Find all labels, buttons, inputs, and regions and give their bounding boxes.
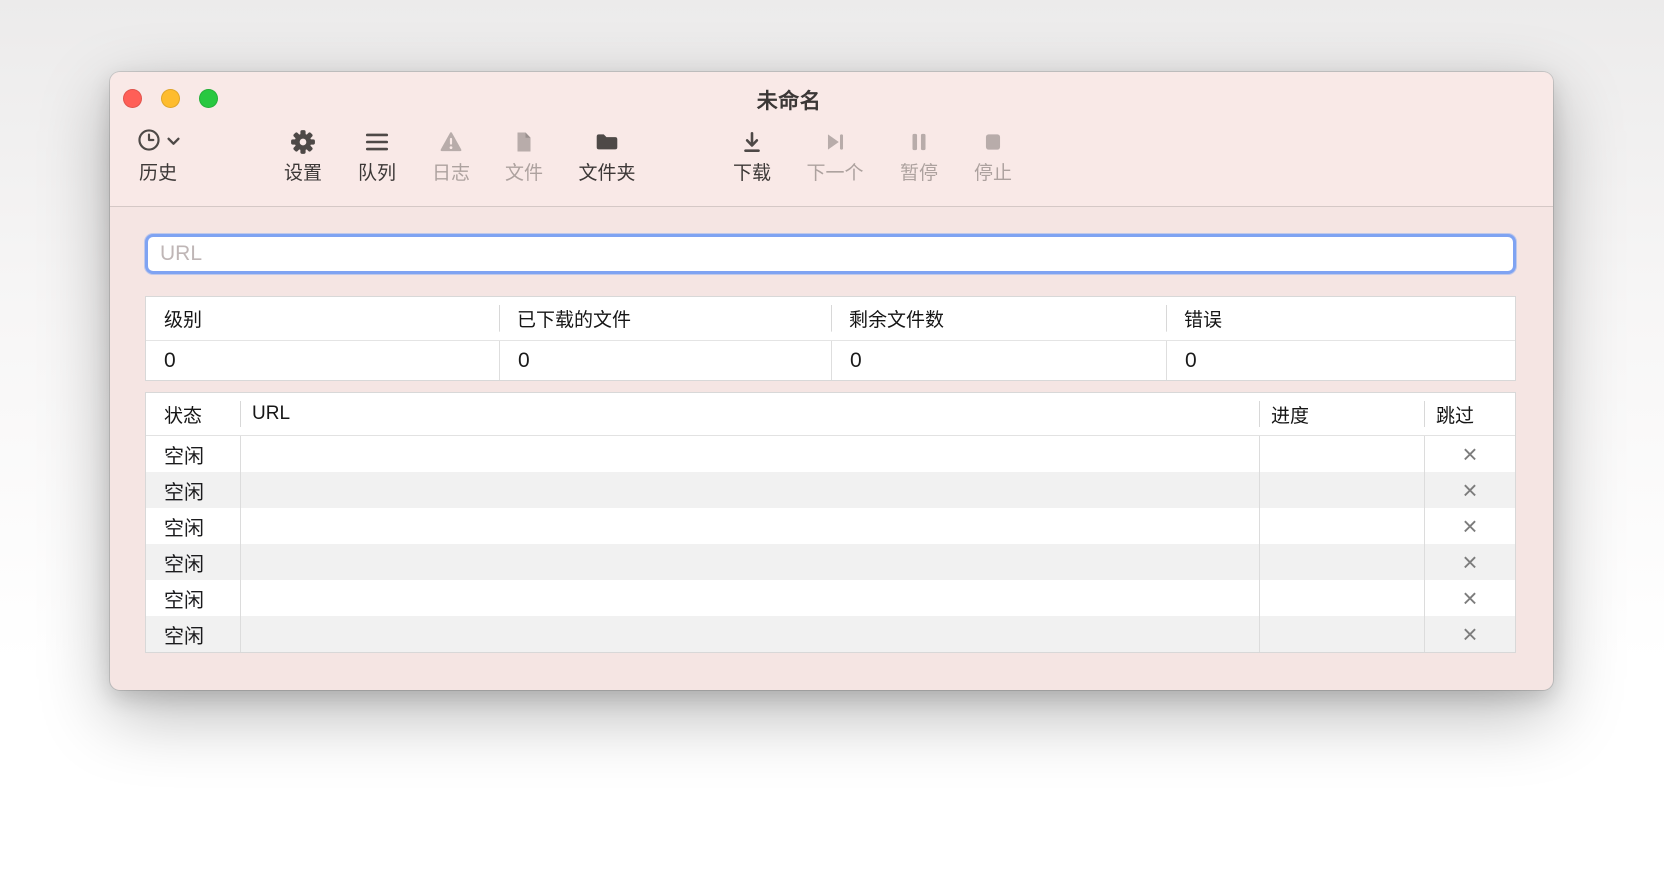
skip-button[interactable]: ×	[1462, 621, 1477, 647]
stats-header-remaining: 剩余文件数	[831, 297, 1166, 340]
skip-button[interactable]: ×	[1462, 585, 1477, 611]
skip-button[interactable]: ×	[1462, 441, 1477, 467]
stats-value-remaining: 0	[831, 341, 1166, 380]
gear-icon	[290, 128, 316, 156]
queue-row[interactable]: 空闲 ×	[146, 508, 1515, 544]
queue-table-body: 空闲 × 空闲 × 空闲 ×	[146, 436, 1515, 652]
stats-value-downloaded: 0	[499, 341, 831, 380]
toolbar-label-settings: 设置	[284, 164, 322, 183]
clock-history-icon	[136, 127, 162, 158]
pause-icon	[906, 128, 932, 156]
url-input[interactable]	[148, 237, 1513, 271]
toolbar-label-history: 历史	[139, 164, 177, 183]
queue-cell-url	[240, 472, 1259, 508]
toolbar-label-log: 日志	[432, 164, 470, 183]
warning-triangle-icon	[438, 128, 464, 156]
skip-button[interactable]: ×	[1462, 477, 1477, 503]
toolbar-label-file: 文件	[505, 164, 543, 183]
toolbar-label-download: 下载	[733, 164, 771, 183]
queue-cell-status: 空闲	[146, 508, 240, 544]
queue-cell-skip: ×	[1424, 544, 1515, 580]
toolbar-button-history[interactable]: 历史	[110, 128, 206, 183]
file-icon	[512, 128, 536, 156]
queue-cell-status: 空闲	[146, 436, 240, 472]
queue-row[interactable]: 空闲 ×	[146, 436, 1515, 472]
window-titlebar: 未命名 历史	[110, 72, 1553, 207]
queue-cell-skip: ×	[1424, 580, 1515, 616]
url-field-focus-ring	[145, 234, 1516, 274]
queue-cell-progress	[1259, 472, 1424, 508]
zoom-window-button[interactable]	[199, 89, 218, 108]
queue-cell-progress	[1259, 616, 1424, 652]
queue-cell-skip: ×	[1424, 508, 1515, 544]
chevron-down-icon	[167, 133, 180, 151]
toolbar-button-download[interactable]: 下载	[704, 128, 800, 183]
queue-cell-skip: ×	[1424, 616, 1515, 652]
queue-row[interactable]: 空闲 ×	[146, 472, 1515, 508]
queue-cell-skip: ×	[1424, 472, 1515, 508]
folder-icon	[593, 128, 621, 156]
queue-cell-url	[240, 508, 1259, 544]
queue-header-status: 状态	[146, 393, 240, 435]
queue-cell-url	[240, 436, 1259, 472]
close-window-button[interactable]	[123, 89, 142, 108]
toolbar-label-pause: 暂停	[900, 164, 938, 183]
queue-table-header: 状态 URL 进度 跳过	[146, 393, 1515, 436]
skip-button[interactable]: ×	[1462, 513, 1477, 539]
stats-value-level: 0	[146, 341, 499, 380]
queue-cell-url	[240, 616, 1259, 652]
queue-cell-status: 空闲	[146, 580, 240, 616]
queue-cell-progress	[1259, 580, 1424, 616]
queue-row[interactable]: 空闲 ×	[146, 544, 1515, 580]
toolbar-label-folder: 文件夹	[578, 164, 635, 183]
stats-value-errors: 0	[1166, 341, 1515, 380]
queue-row[interactable]: 空闲 ×	[146, 580, 1515, 616]
stop-icon	[980, 128, 1006, 156]
toolbar-label-queue: 队列	[358, 164, 396, 183]
stats-header-downloaded: 已下载的文件	[499, 297, 831, 340]
queue-table: 状态 URL 进度 跳过 空闲 × 空闲 ×	[145, 392, 1516, 653]
toolbar-label-next: 下一个	[806, 164, 863, 183]
stats-header-level: 级别	[146, 297, 499, 340]
app-window: 未命名 历史	[110, 72, 1553, 690]
queue-header-skip: 跳过	[1424, 393, 1515, 435]
download-arrow-icon	[739, 128, 765, 156]
toolbar-button-next: 下一个	[787, 128, 883, 183]
queue-row[interactable]: 空闲 ×	[146, 616, 1515, 652]
stats-table-values: 0 0 0 0	[146, 341, 1515, 380]
queue-cell-status: 空闲	[146, 472, 240, 508]
queue-cell-skip: ×	[1424, 436, 1515, 472]
toolbar-button-file: 文件	[476, 128, 572, 183]
stats-table-header: 级别 已下载的文件 剩余文件数 错误	[146, 297, 1515, 341]
window-title: 未命名	[679, 85, 899, 115]
queue-header-progress: 进度	[1259, 393, 1424, 435]
toolbar-label-stop: 停止	[974, 164, 1012, 183]
skip-button[interactable]: ×	[1462, 549, 1477, 575]
skip-next-icon	[822, 128, 848, 156]
queue-cell-url	[240, 580, 1259, 616]
queue-header-url: URL	[240, 393, 1259, 435]
queue-cell-progress	[1259, 436, 1424, 472]
queue-cell-status: 空闲	[146, 544, 240, 580]
queue-cell-progress	[1259, 508, 1424, 544]
stats-table: 级别 已下载的文件 剩余文件数 错误 0 0 0 0	[145, 296, 1516, 381]
queue-cell-status: 空闲	[146, 616, 240, 652]
queue-cell-progress	[1259, 544, 1424, 580]
stats-header-errors: 错误	[1166, 297, 1515, 340]
toolbar-button-folder[interactable]: 文件夹	[559, 128, 655, 183]
queue-cell-url	[240, 544, 1259, 580]
minimize-window-button[interactable]	[161, 89, 180, 108]
toolbar-button-stop: 停止	[945, 128, 1041, 183]
queue-lines-icon	[364, 128, 390, 156]
